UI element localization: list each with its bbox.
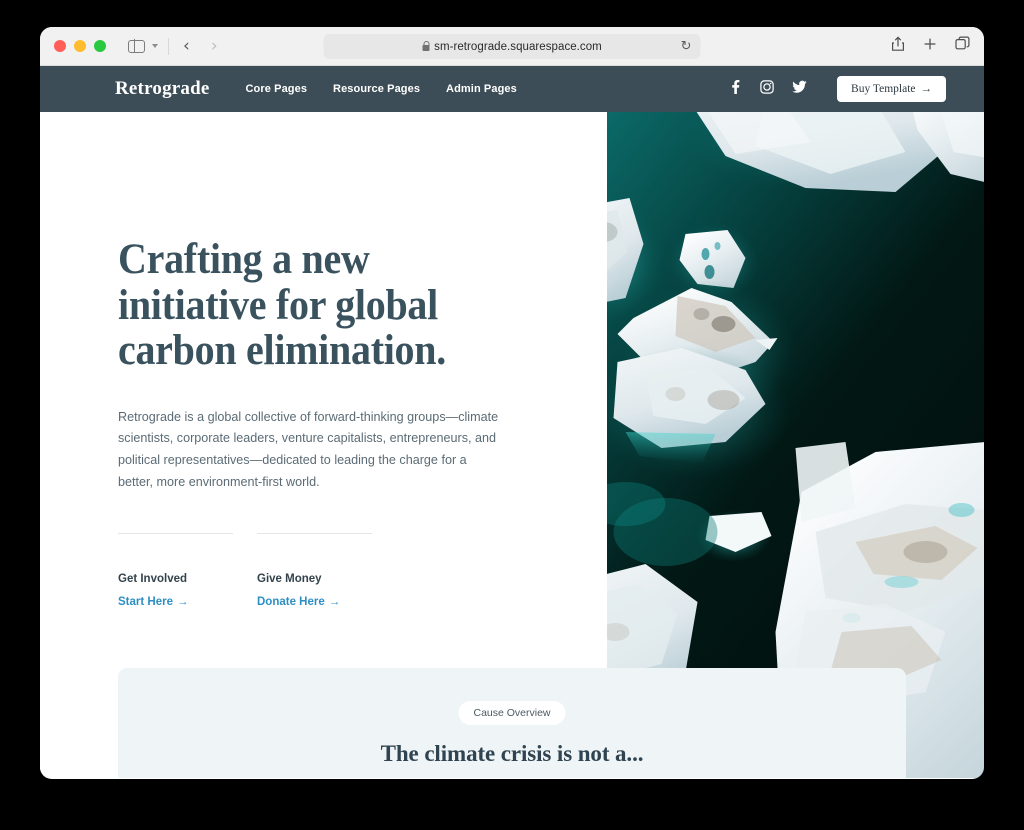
cta-link-label: Start Here (118, 596, 173, 609)
cta-divider (257, 533, 372, 535)
cta-link-start-here[interactable]: Start Here → (118, 596, 188, 608)
cta-give-money: Give Money Donate Here → (257, 533, 372, 610)
cta-title-give-money: Give Money (257, 573, 322, 586)
browser-window: ‹ › sm-retrograde.squarespace.com ↻ Retr… (40, 27, 984, 779)
nav-item-core-pages[interactable]: Core Pages (246, 83, 308, 95)
hero-section: Crafting a new initiative for global car… (40, 112, 984, 778)
buy-template-button[interactable]: Buy Template → (837, 76, 946, 102)
address-bar[interactable]: sm-retrograde.squarespace.com ↻ (323, 34, 701, 59)
back-button[interactable]: ‹ (183, 37, 190, 55)
close-window-button[interactable] (54, 40, 66, 52)
reload-button[interactable]: ↻ (681, 39, 692, 54)
instagram-icon[interactable] (760, 79, 774, 99)
toolbar-divider (168, 37, 169, 55)
toolbar-right-actions (891, 36, 970, 57)
twitter-icon[interactable] (792, 80, 807, 99)
navigation-arrows: ‹ › (183, 37, 218, 55)
cause-overview-heading: The climate crisis is not a... (380, 741, 644, 766)
header-right-actions: Buy Template → (728, 76, 946, 102)
share-icon[interactable] (891, 36, 905, 57)
page-title: Crafting a new initiative for global car… (118, 236, 446, 375)
url-text: sm-retrograde.squarespace.com (434, 40, 602, 53)
cause-overview-panel: Cause Overview The climate crisis is not… (118, 668, 906, 778)
status-badge: Cause Overview (458, 701, 566, 725)
hero-description: Retrograde is a global collective of for… (118, 409, 499, 489)
cta-divider (118, 533, 233, 535)
site-logo[interactable]: Retrograde (115, 78, 210, 100)
facebook-icon[interactable] (728, 79, 742, 99)
arrow-right-icon: → (176, 596, 189, 609)
arrow-right-icon: → (920, 83, 933, 95)
cta-title-get-involved: Get Involved (118, 573, 188, 586)
tab-overview-icon[interactable] (955, 36, 970, 56)
page-viewport: Retrograde Core Pages Resource Pages Adm… (40, 66, 984, 778)
maximize-window-button[interactable] (94, 40, 106, 52)
site-navigation: Core Pages Resource Pages Admin Pages (246, 83, 517, 95)
sidebar-toggle-button[interactable] (128, 39, 158, 53)
site-header: Retrograde Core Pages Resource Pages Adm… (40, 66, 984, 112)
chevron-down-icon[interactable] (152, 44, 158, 48)
lock-icon (422, 40, 430, 51)
window-controls (54, 40, 106, 52)
new-tab-icon[interactable] (923, 37, 937, 56)
forward-button[interactable]: › (211, 37, 218, 55)
nav-item-resource-pages[interactable]: Resource Pages (333, 83, 420, 95)
screen: ‹ › sm-retrograde.squarespace.com ↻ Retr… (0, 0, 1024, 830)
browser-toolbar: ‹ › sm-retrograde.squarespace.com ↻ (40, 27, 984, 66)
sidebar-icon (128, 39, 145, 53)
arrow-right-icon: → (328, 596, 341, 609)
cta-row: Get Involved Start Here → Give Money Don… (118, 533, 607, 610)
cta-link-donate-here[interactable]: Donate Here → (257, 596, 340, 608)
minimize-window-button[interactable] (74, 40, 86, 52)
cta-link-label: Donate Here (257, 596, 325, 609)
nav-item-admin-pages[interactable]: Admin Pages (446, 83, 517, 95)
cta-get-involved: Get Involved Start Here → (118, 533, 233, 610)
buy-template-label: Buy Template (851, 83, 916, 95)
